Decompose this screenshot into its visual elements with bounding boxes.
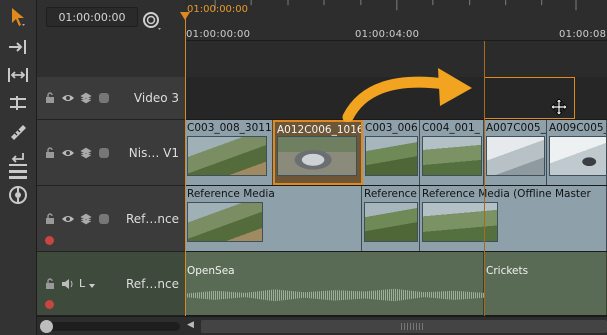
record-dot-icon[interactable] xyxy=(45,236,54,245)
clip-video1-4[interactable]: A007C005_ xyxy=(484,120,547,185)
playhead-timecode: 01:00:00:00 xyxy=(187,4,249,15)
blend-icon[interactable] xyxy=(97,146,111,160)
track-header-audio[interactable]: L Ref…nce xyxy=(37,252,185,316)
horizontal-scrollbar[interactable] xyxy=(201,320,607,333)
track-header-video3[interactable]: Video 3 xyxy=(37,77,185,120)
clip-name: Reference Media xyxy=(187,188,275,200)
snap-icon[interactable] xyxy=(141,10,163,32)
record-dot-icon[interactable] xyxy=(45,300,54,309)
ruler-label-2: 01:00:08:00 xyxy=(559,29,607,40)
ruler-ticks xyxy=(214,0,577,11)
clip-name: A007C005_ xyxy=(486,122,546,134)
track-name-audio: Ref…nce xyxy=(126,276,179,291)
clip-thumbnail xyxy=(365,136,418,176)
lock-icon[interactable] xyxy=(43,277,57,291)
layers-icon[interactable] xyxy=(79,146,93,160)
lock-icon[interactable] xyxy=(43,146,57,160)
clip-name: C004_001_ xyxy=(422,122,480,134)
clip-thumbnail xyxy=(549,136,606,176)
track-controls xyxy=(43,91,111,105)
blend-icon[interactable] xyxy=(97,91,111,105)
clip-name: C003_006 xyxy=(365,122,418,134)
tool-strip xyxy=(0,0,37,335)
clip-name: A012C006_1016 xyxy=(277,124,363,136)
layers-icon[interactable] xyxy=(79,212,93,226)
clip-video1-1-selected[interactable]: A012C006_1016 xyxy=(273,120,363,185)
timeline-scroll-bar: ◀ xyxy=(37,316,607,335)
clip-reference-0[interactable]: Reference Media xyxy=(185,186,362,251)
clip-name: Crickets xyxy=(486,265,529,277)
audio-waveform xyxy=(185,288,484,302)
time-ruler[interactable]: 01:00:00:00 01:00:04:00 01:00:08:00 xyxy=(185,0,607,41)
track-lane-reference[interactable]: Reference Media Reference Reference Medi… xyxy=(185,186,607,252)
razor-icon[interactable] xyxy=(6,120,30,142)
lock-icon[interactable] xyxy=(43,91,57,105)
clip-thumbnail xyxy=(364,202,418,242)
track-name-video3: Video 3 xyxy=(133,91,179,105)
eye-icon[interactable] xyxy=(61,212,75,226)
ruler-label-0: 01:00:00:00 xyxy=(186,29,251,40)
track-lane-audio[interactable]: OpenSea Crickets xyxy=(185,252,607,316)
clip-thumbnail xyxy=(277,136,357,176)
clip-video1-2[interactable]: C003_006 xyxy=(363,120,420,185)
clip-name: Reference xyxy=(364,188,417,200)
clip-name: Reference Media (Offline Master xyxy=(422,188,591,200)
clip-audio-0[interactable]: OpenSea xyxy=(185,252,484,315)
clip-name: A009C005_ xyxy=(549,122,607,134)
track-name-video1: Nis… V1 xyxy=(128,145,179,160)
track-header-video1[interactable]: Nis… V1 xyxy=(37,120,185,186)
clip-name: OpenSea xyxy=(187,265,235,277)
timecode-display[interactable]: 01:00:00:00 xyxy=(46,7,138,27)
clip-thumbnail xyxy=(187,136,267,176)
move-arrow-icon xyxy=(342,68,472,122)
ripple-expand-icon[interactable] xyxy=(6,64,30,86)
clip-video1-3[interactable]: C004_001_ xyxy=(420,120,484,185)
clip-thumbnail xyxy=(187,202,263,242)
track-controls xyxy=(43,146,111,160)
eye-icon[interactable] xyxy=(61,91,75,105)
blend-icon[interactable] xyxy=(97,212,111,226)
timeline-header: 01:00:00:00 01:00:00:00 01:00:04:00 01:0… xyxy=(37,0,607,77)
clip-thumbnail xyxy=(486,136,545,176)
track-lane-video1[interactable]: C003_008_3011 A012C006_1016 C003_006 C00… xyxy=(185,120,607,186)
clip-audio-1[interactable]: Crickets xyxy=(484,252,607,315)
zoom-slider-handle[interactable] xyxy=(40,320,53,333)
move-cursor-icon xyxy=(550,98,568,116)
zoom-slider[interactable] xyxy=(40,320,180,333)
playhead-line[interactable] xyxy=(185,12,186,316)
scrollbar-grip[interactable] xyxy=(401,323,423,330)
clip-reference-2[interactable]: Reference Media (Offline Master xyxy=(420,186,607,251)
track-controls: L xyxy=(43,277,96,291)
lock-icon[interactable] xyxy=(43,212,57,226)
clip-video1-0[interactable]: C003_008_3011 xyxy=(185,120,273,185)
drop-guide-line xyxy=(484,41,485,316)
scroll-left-icon[interactable]: ◀ xyxy=(187,320,199,333)
insert-edit-icon[interactable] xyxy=(6,36,30,58)
clip-video1-5[interactable]: A009C005_ xyxy=(547,120,607,185)
clip-thumbnail xyxy=(422,136,482,176)
speaker-icon[interactable] xyxy=(61,277,75,291)
overwrite-icon[interactable] xyxy=(6,164,30,186)
track-controls xyxy=(43,212,111,226)
eye-icon[interactable] xyxy=(61,146,75,160)
select-arrow-icon[interactable] xyxy=(6,6,30,28)
audio-channel-selector[interactable]: L xyxy=(79,277,85,291)
track-header-reference[interactable]: Ref…nce xyxy=(37,186,185,252)
track-spin-icon[interactable] xyxy=(6,184,30,206)
clip-reference-1[interactable]: Reference xyxy=(362,186,420,251)
chevron-down-icon[interactable] xyxy=(89,283,96,288)
ruler-label-1: 01:00:04:00 xyxy=(355,29,420,40)
track-name-reference: Ref…nce xyxy=(126,211,179,226)
clip-thumbnail xyxy=(422,202,498,242)
layers-icon[interactable] xyxy=(79,91,93,105)
clip-name: C003_008_3011 xyxy=(187,122,272,134)
trim-icon[interactable] xyxy=(6,92,30,114)
